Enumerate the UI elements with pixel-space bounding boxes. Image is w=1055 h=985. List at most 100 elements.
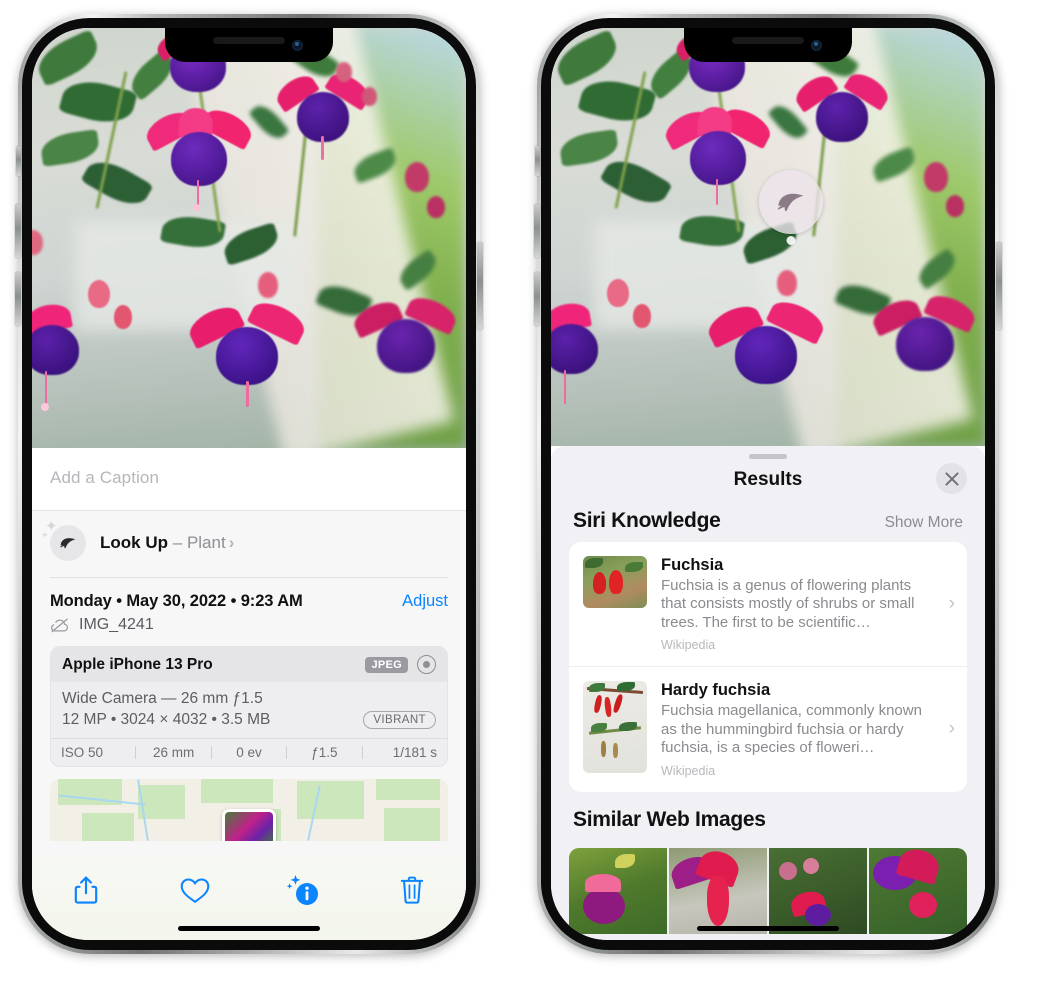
map-photo-pin xyxy=(222,809,276,841)
exif-stat-aperture: ƒ1.5 xyxy=(311,745,338,760)
device-name: Apple iPhone 13 Pro xyxy=(62,655,213,673)
heart-icon xyxy=(180,877,210,903)
volume-up-button[interactable] xyxy=(15,204,21,258)
exif-stat-shutter: 1/181 s xyxy=(392,745,438,760)
exif-badges: JPEG xyxy=(365,655,436,674)
similar-image-4[interactable] xyxy=(869,847,967,934)
phone-right: Results Siri Knowledge Show More Fuchsia… xyxy=(534,14,1002,954)
info-button[interactable] xyxy=(249,868,358,912)
volume-down-button[interactable] xyxy=(15,272,21,326)
photo-flower xyxy=(350,291,461,385)
knowledge-item-title: Hardy fuchsia xyxy=(661,681,771,700)
photo-leaf xyxy=(557,128,620,167)
photo-bud xyxy=(945,195,964,218)
photo-bud xyxy=(361,86,377,106)
caption-field[interactable]: Add a Caption xyxy=(32,448,466,511)
filename-text: IMG_4241 xyxy=(79,616,154,633)
notch xyxy=(684,28,852,62)
front-camera-icon xyxy=(811,40,822,51)
volume-up-button[interactable] xyxy=(534,204,540,258)
phone-screen-right: Results Siri Knowledge Show More Fuchsia… xyxy=(551,28,985,940)
phone-screen-left: Add a Caption ✦ ✦ Look Up – Plant › Mond… xyxy=(32,28,466,940)
photo-bud xyxy=(607,278,630,307)
location-map[interactable] xyxy=(50,779,448,841)
siri-knowledge-title: Siri Knowledge xyxy=(573,509,721,532)
photo-bud xyxy=(426,196,445,218)
show-more-button[interactable]: Show More xyxy=(885,514,963,532)
photo-flower xyxy=(869,290,980,383)
similar-web-images-grid xyxy=(569,847,967,934)
exif-header: Apple iPhone 13 Pro JPEG xyxy=(51,647,447,682)
knowledge-item-hardy-fuchsia[interactable]: Hardy fuchsia Fuchsia magellanica, commo… xyxy=(569,666,967,791)
delete-button[interactable] xyxy=(358,868,467,912)
exif-stats: ISO 50 26 mm 0 ev ƒ1.5 1/181 s xyxy=(51,738,447,766)
knowledge-item-fuchsia[interactable]: Fuchsia Fuchsia is a genus of flowering … xyxy=(569,542,967,666)
look-up-subject: Plant xyxy=(186,533,226,552)
photo-flower xyxy=(660,103,776,206)
power-button[interactable] xyxy=(996,242,1002,330)
knowledge-item-body: Fuchsia Fuchsia is a genus of flowering … xyxy=(661,556,935,652)
photo-fuchsia-right[interactable] xyxy=(551,28,985,446)
knowledge-item-description: Fuchsia is a genus of flowering plants t… xyxy=(661,577,915,631)
volume-down-button[interactable] xyxy=(534,272,540,326)
share-button[interactable] xyxy=(32,868,141,912)
photo-fuchsia-left[interactable] xyxy=(32,28,466,448)
power-button[interactable] xyxy=(477,242,483,330)
phone-left: Add a Caption ✦ ✦ Look Up – Plant › Mond… xyxy=(15,14,483,954)
photo-bud xyxy=(633,303,652,328)
exif-stat-focal: 26 mm xyxy=(152,745,195,760)
similar-image-1[interactable] xyxy=(569,847,667,934)
photo-leaf xyxy=(80,152,154,213)
size-info: 12 MP • 3024 × 4032 • 3.5 MB xyxy=(62,711,271,728)
knowledge-item-title: Fuchsia xyxy=(661,556,724,574)
chevron-right-icon: › xyxy=(948,593,955,615)
chevron-right-icon: › xyxy=(948,718,955,740)
photo-bud xyxy=(88,280,111,308)
look-up-title: Look Up xyxy=(100,533,168,552)
photo-info-sheet: Add a Caption ✦ ✦ Look Up – Plant › Mond… xyxy=(32,448,466,940)
knowledge-item-source: Wikipedia xyxy=(661,638,716,653)
style-badge: VIBRANT xyxy=(363,711,436,729)
similar-web-images-header: Similar Web Images xyxy=(551,792,985,838)
date-row: Monday • May 30, 2022 • 9:23 AM Adjust xyxy=(32,578,466,613)
photo-bud xyxy=(257,271,278,298)
exif-stat-ev: 0 ev xyxy=(236,745,262,760)
photo-flower xyxy=(272,68,374,160)
favorite-button[interactable] xyxy=(141,868,250,912)
photo-leaf xyxy=(38,129,101,167)
photo-leaf xyxy=(551,28,624,87)
siri-knowledge-header: Siri Knowledge Show More xyxy=(551,505,985,542)
screenshot-stage: Add a Caption ✦ ✦ Look Up – Plant › Mond… xyxy=(0,0,1055,985)
home-indicator[interactable] xyxy=(697,926,839,931)
earpiece-speaker xyxy=(213,37,285,44)
exif-stat-iso: ISO 50 xyxy=(61,745,104,760)
siri-knowledge-card: Fuchsia Fuchsia is a genus of flowering … xyxy=(569,542,967,792)
mute-switch[interactable] xyxy=(16,146,21,176)
visual-lookup-badge[interactable] xyxy=(759,170,824,246)
photo-flower xyxy=(791,67,893,156)
close-icon xyxy=(944,471,959,486)
photo-flower xyxy=(184,295,310,407)
photo-bud xyxy=(405,162,430,193)
close-button[interactable] xyxy=(936,463,967,494)
exif-body: Wide Camera — 26 mm ƒ1.5 12 MP • 3024 × … xyxy=(51,682,447,738)
photo-leaf xyxy=(599,151,673,213)
photo-flower xyxy=(141,103,257,211)
similar-image-2[interactable] xyxy=(669,847,767,934)
photo-leaf xyxy=(577,73,658,129)
photo-bud xyxy=(776,270,797,297)
filename-row: IMG_4241 xyxy=(32,613,466,646)
exif-card[interactable]: Apple iPhone 13 Pro JPEG Wide Camera — 2… xyxy=(50,646,448,767)
adjust-button[interactable]: Adjust xyxy=(402,592,448,611)
look-up-row[interactable]: ✦ ✦ Look Up – Plant › xyxy=(32,511,466,577)
results-title: Results xyxy=(733,469,803,490)
lens-info: Wide Camera — 26 mm ƒ1.5 xyxy=(62,690,263,707)
look-up-dash: – xyxy=(172,533,183,552)
leaf-icon xyxy=(778,193,804,212)
home-indicator[interactable] xyxy=(178,926,320,931)
leaf-icon-container: ✦ ✦ xyxy=(41,519,86,561)
mute-switch[interactable] xyxy=(535,146,540,176)
similar-image-3[interactable] xyxy=(769,847,867,934)
photo-flower xyxy=(703,294,829,396)
knowledge-item-body: Hardy fuchsia Fuchsia magellanica, commo… xyxy=(661,681,935,777)
